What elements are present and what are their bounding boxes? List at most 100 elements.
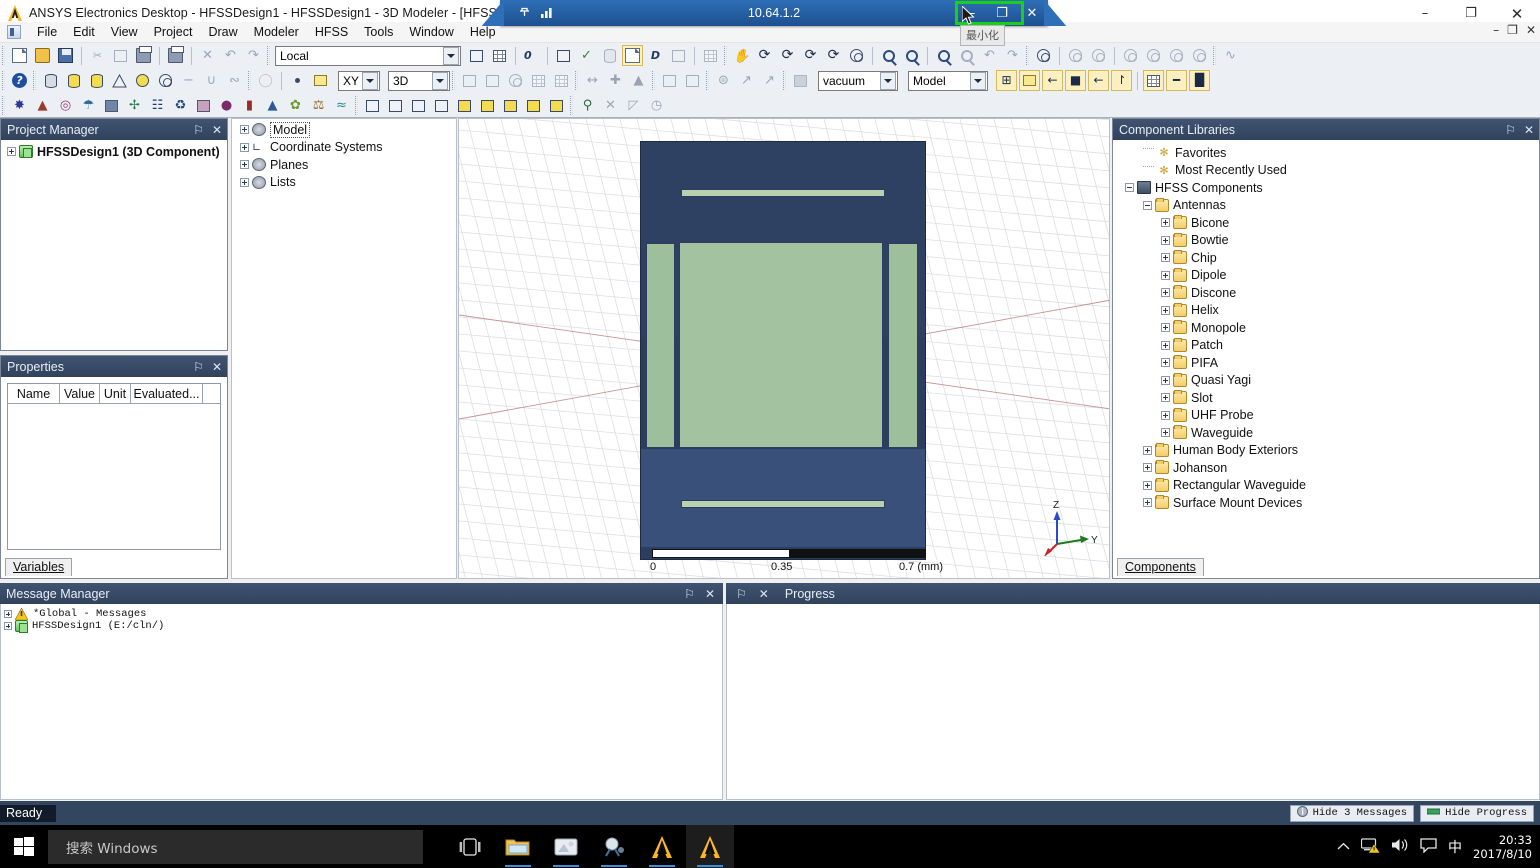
hide-progress-button[interactable]: Hide Progress — [1420, 804, 1534, 822]
chevron-down-icon[interactable] — [443, 46, 459, 65]
toolbar-grip[interactable] — [2, 71, 5, 90]
select-face-button[interactable] — [385, 95, 406, 116]
expander-icon[interactable] — [1125, 183, 1134, 193]
snap-edge-button[interactable]: ← — [1042, 70, 1063, 91]
library-tree-item[interactable]: Johanson — [1125, 459, 1539, 477]
solution-type-combo[interactable]: Local — [275, 45, 461, 66]
intersect-button[interactable] — [505, 70, 526, 91]
toolbar-grip[interactable] — [2, 46, 5, 65]
ime-icon[interactable]: 中 — [1448, 837, 1462, 857]
select-multi-button[interactable] — [454, 95, 475, 116]
action-center-icon[interactable] — [1420, 837, 1437, 856]
expander-icon[interactable] — [4, 610, 12, 618]
chevron-down-icon[interactable] — [880, 71, 896, 90]
message-manager-body[interactable]: *Global - Messages HFSSDesign1 (E:/cln/) — [0, 604, 723, 800]
library-tree-item[interactable]: Antennas — [1125, 197, 1539, 215]
report-2d-button[interactable]: ▮ — [239, 95, 260, 116]
orient-global-button[interactable] — [1033, 45, 1054, 66]
expander-icon[interactable] — [1161, 323, 1170, 333]
library-tree-item[interactable]: Slot — [1125, 389, 1539, 407]
scale-button[interactable]: ↗ — [736, 70, 757, 91]
toolbar-grip[interactable] — [355, 96, 358, 115]
validate-button[interactable] — [466, 45, 487, 66]
material-combo[interactable]: vacuum — [818, 70, 898, 91]
boundaries-button[interactable]: ▲ — [32, 95, 53, 116]
excitations-button[interactable]: ✸ — [9, 95, 30, 116]
rdp-close-button[interactable]: ✕ — [1022, 6, 1042, 21]
ansys-icon[interactable] — [638, 825, 686, 868]
optimetrics-button[interactable]: 0 — [521, 45, 542, 66]
windows-start-icon[interactable] — [0, 825, 48, 868]
expander-icon[interactable] — [1161, 358, 1170, 368]
select-all-button[interactable] — [477, 95, 498, 116]
zoom-in-button[interactable] — [878, 45, 899, 66]
chevron-up-icon[interactable] — [1337, 840, 1350, 854]
expander-icon[interactable] — [240, 125, 249, 135]
layers-button[interactable] — [101, 95, 122, 116]
expander-icon[interactable] — [240, 177, 249, 187]
report-button[interactable] — [668, 45, 689, 66]
expander-icon[interactable] — [1161, 428, 1170, 438]
expander-icon[interactable] — [7, 147, 16, 157]
library-tree-item[interactable]: Rectangular Waveguide — [1125, 477, 1539, 495]
report-3d-button[interactable]: ▲ — [262, 95, 283, 116]
3d-modeler-viewport[interactable]: 0 0.35 0.7 (mm) Z Y — [458, 118, 1110, 579]
toolbar-grip[interactable] — [2, 96, 5, 115]
analyze-all-button[interactable] — [489, 45, 510, 66]
expander-icon[interactable] — [1161, 235, 1170, 245]
close-icon[interactable]: ✕ — [1524, 123, 1534, 137]
close-icon[interactable]: ✕ — [212, 123, 222, 137]
snap-vertex-button[interactable] — [1019, 70, 1040, 91]
mirror-button[interactable]: ▲ — [628, 70, 649, 91]
pin-icon[interactable]: ⚐ — [193, 360, 204, 374]
fill-color-button[interactable]: █ — [1189, 70, 1210, 91]
rotate-x-button[interactable]: ⟳ — [777, 45, 798, 66]
snap-grid-button[interactable]: ⊞ — [996, 70, 1017, 91]
delete-button[interactable]: ✕ — [197, 45, 218, 66]
library-tree-item[interactable]: UHF Probe — [1125, 407, 1539, 425]
antenna-params-button[interactable]: ⚖ — [308, 95, 329, 116]
view-bottom-button[interactable] — [1189, 45, 1210, 66]
results-button[interactable]: D — [645, 45, 666, 66]
toolbar-grip[interactable] — [33, 71, 36, 90]
menu-item-view[interactable]: View — [103, 23, 146, 42]
radiation-button[interactable]: ◎ — [55, 95, 76, 116]
mesh-button[interactable] — [700, 45, 721, 66]
fit-all-button[interactable] — [933, 45, 954, 66]
toolbar-grip[interactable] — [724, 46, 727, 65]
message-row-global[interactable]: *Global - Messages — [1, 607, 722, 621]
duplicate-button[interactable] — [659, 70, 680, 91]
analysis-setup-button[interactable]: ♻ — [170, 95, 191, 116]
project-tree-item-design[interactable]: HFSSDesign1 (3D Component) — [4, 143, 227, 161]
menu-item-window[interactable]: Window — [401, 23, 461, 42]
zoom-out-button[interactable] — [901, 45, 922, 66]
library-tree-item[interactable]: Waveguide — [1125, 424, 1539, 442]
close-icon[interactable]: ✕ — [705, 587, 715, 601]
undo-button[interactable]: ↶ — [220, 45, 241, 66]
ruler-button[interactable]: ━ — [1166, 70, 1187, 91]
rotate-y-button[interactable]: ⟳ — [800, 45, 821, 66]
expander-icon[interactable] — [240, 160, 249, 170]
volume-icon[interactable] — [1391, 837, 1409, 856]
close-icon[interactable]: ✕ — [759, 587, 769, 601]
expander-icon[interactable] — [1143, 498, 1152, 508]
feed-strip-top[interactable] — [681, 189, 885, 197]
measure-button[interactable]: ↔ — [582, 70, 603, 91]
fit-selection-button[interactable] — [956, 45, 977, 66]
expander-icon[interactable] — [1161, 410, 1170, 420]
show-grid-button[interactable] — [1143, 70, 1164, 91]
select-object-button[interactable] — [362, 95, 383, 116]
library-tree-item[interactable]: Patch — [1125, 337, 1539, 355]
chevron-down-icon[interactable] — [432, 71, 448, 90]
search-input[interactable]: 搜索 Windows — [48, 829, 423, 864]
rotate-button[interactable]: ⟳ — [754, 45, 775, 66]
draw-point-button[interactable] — [287, 70, 308, 91]
paste-button[interactable] — [133, 45, 154, 66]
remote-desktop-icon[interactable] — [590, 825, 638, 868]
library-tree-item[interactable]: Surface Mount Devices — [1125, 494, 1539, 512]
toolbar-grip[interactable] — [783, 71, 786, 90]
file-explorer-icon[interactable] — [494, 825, 542, 868]
patch-right-strip[interactable] — [888, 243, 918, 448]
modeler-tree-item-model[interactable]: Model — [235, 121, 456, 139]
taskbar-clock[interactable]: 20:33 2017/8/10 — [1473, 833, 1532, 861]
